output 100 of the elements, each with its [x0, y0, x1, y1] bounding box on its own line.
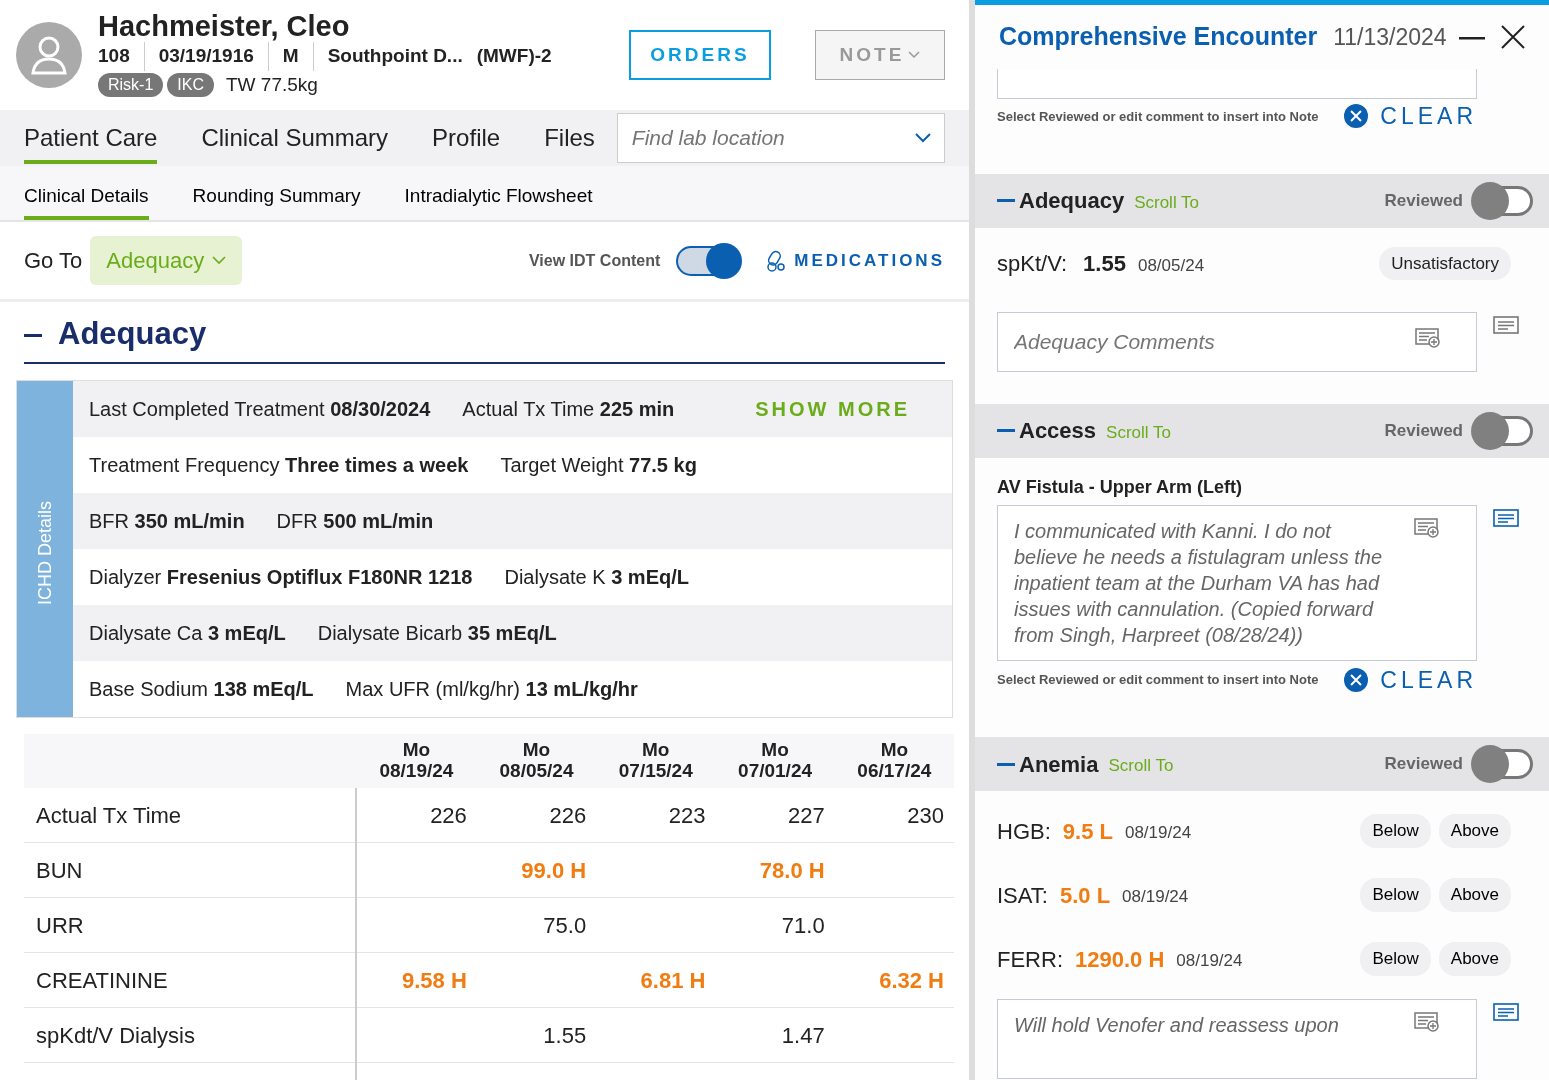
option-chip[interactable]: Below — [1360, 878, 1431, 912]
chevron-down-icon — [212, 256, 227, 265]
clear-button[interactable]: CLEAR — [1344, 99, 1477, 134]
option-chip[interactable]: Above — [1438, 942, 1511, 976]
table-cell: 6.32 H — [834, 952, 954, 1008]
patient-detail: Southpoint D... — [312, 42, 477, 71]
nav-tab[interactable]: Profile — [432, 112, 501, 164]
table-cell: 227 — [715, 787, 835, 843]
row-label: spKdt/V Dialysis — [24, 1007, 356, 1063]
detail-text: Actual Tx Time 225 min — [462, 397, 675, 422]
detail-text: Dialyzer Fresenius Optiflux F180NR 1218 — [89, 565, 473, 590]
idt-toggle-label: View IDT Content — [529, 250, 661, 271]
table-cell: 1.47 — [715, 1007, 835, 1063]
row-label: Actual Tx Time — [24, 787, 356, 843]
row-label: BUN — [24, 842, 356, 898]
detail-text: Base Sodium 138 mEq/L — [89, 677, 314, 702]
clear-button[interactable]: CLEAR — [1344, 662, 1477, 697]
lab-date: 08/19/24 — [1124, 822, 1192, 845]
section-title: Anemia — [1019, 750, 1099, 779]
table-cell: 226 — [356, 787, 477, 843]
notes-icon[interactable] — [1493, 508, 1519, 527]
pills-icon — [766, 249, 787, 272]
comment-field[interactable]: Will hold Venofer and reassess upon — [997, 999, 1477, 1079]
target-weight: TW 77.5kg — [226, 72, 318, 97]
table-cell: 230 — [834, 787, 954, 843]
lab-label: HGB: — [997, 817, 1051, 846]
row-label: CREATININE — [24, 952, 356, 1008]
notes-icon[interactable] — [1493, 1003, 1519, 1021]
option-chip[interactable]: Above — [1438, 878, 1511, 912]
section-title: Access — [1019, 417, 1097, 445]
section-title: Adequacy — [1019, 187, 1125, 215]
close-button[interactable] — [1501, 24, 1525, 50]
close-circle-icon — [1344, 104, 1369, 129]
nav-tab[interactable]: Clinical Summary — [201, 112, 389, 164]
patient-name: Hachmeister, Cleo — [98, 10, 351, 43]
notes-icon[interactable] — [1493, 315, 1519, 334]
option-chip[interactable]: Above — [1438, 814, 1511, 848]
detail-text: Dialysate Bicarb 35 mEq/L — [317, 621, 557, 646]
status-chip: Unsatisfactory — [1379, 246, 1511, 281]
option-chip[interactable]: Below — [1360, 942, 1431, 976]
hint-text: Select Reviewed or edit comment to insert into Note — [997, 671, 1319, 689]
column-header: Mo 07/01/24 — [715, 734, 835, 788]
lab-value: 1290.0 H — [1075, 945, 1165, 974]
encounter-title: Comprehensive Encounter — [999, 21, 1318, 53]
reviewed-label: Reviewed — [1384, 419, 1463, 442]
lab-date: 08/19/24 — [1176, 950, 1243, 973]
add-note-icon[interactable] — [1415, 327, 1441, 348]
sub-tab[interactable]: Clinical Details — [24, 175, 149, 220]
reviewed-label: Reviewed — [1384, 753, 1463, 776]
table-cell: 75.0 — [476, 897, 597, 953]
column-header: Mo 08/19/24 — [356, 734, 477, 788]
comment-field[interactable]: I communicated with Kanni. I do not believe he needs a fistulagram unless the inpatient team at the Durham VA has had issues with cannulation. (Copied forward from Singh, Harpreet (08/28/24)) — [997, 504, 1477, 661]
detail-text: BFR 350 mL/min — [89, 509, 245, 534]
section-title: Adequacy — [58, 314, 207, 353]
lab-location-field[interactable]: Find lab location — [616, 113, 945, 163]
patient-detail: 03/19/1916 — [143, 42, 268, 71]
patient-detail: (MWF)-2 — [476, 44, 553, 69]
table-cell: 71.0 — [715, 897, 835, 953]
patient-tag: IKC — [167, 73, 214, 98]
lab-date: 08/19/24 — [1122, 886, 1189, 909]
detail-text: Target Weight 77.5 kg — [500, 453, 697, 478]
idt-toggle[interactable] — [676, 242, 743, 279]
sub-tab[interactable]: Intradialytic Flowsheet — [404, 175, 593, 220]
column-header: Mo 06/17/24 — [834, 734, 954, 788]
encounter-date: 11/13/2024 — [1333, 22, 1447, 52]
table-cell: 226 — [476, 787, 597, 843]
patient-tag: Risk-1 — [98, 73, 164, 98]
sub-tab[interactable]: Rounding Summary — [192, 175, 361, 220]
chevron-down-icon — [914, 133, 931, 143]
table-cell: 9.58 H — [356, 952, 477, 1008]
minimize-icon — [1459, 35, 1485, 40]
result-value: 1.55 — [1083, 250, 1126, 278]
reviewed-label: Reviewed — [1384, 189, 1463, 212]
result-date: 08/05/24 — [1137, 254, 1205, 277]
close-icon — [1501, 25, 1525, 50]
nav-tab[interactable]: Files — [544, 112, 595, 164]
option-chip[interactable]: Below — [1360, 814, 1431, 848]
detail-text: Treatment Frequency Three times a week — [89, 453, 469, 478]
add-note-icon[interactable] — [1414, 1012, 1440, 1032]
comment-field[interactable] — [997, 69, 1477, 99]
goto-label: Go To — [24, 247, 83, 275]
lab-value: 5.0 L — [1059, 881, 1111, 910]
row-label: URR — [24, 897, 356, 953]
add-note-icon[interactable] — [1414, 517, 1440, 538]
lab-value: 9.5 L — [1062, 817, 1113, 846]
column-header: Mo 08/05/24 — [476, 734, 597, 788]
detail-text: Dialysate Ca 3 mEq/L — [89, 621, 286, 646]
patient-detail: 108 — [98, 44, 131, 69]
table-cell: 223 — [596, 787, 716, 843]
lab-label: FERR: — [997, 945, 1063, 974]
column-header: Mo 07/15/24 — [596, 734, 716, 788]
person-icon — [31, 35, 67, 75]
comment-text: Will hold Venofer and reassess upon — [1014, 1013, 1340, 1038]
lab-label: ISAT: — [997, 881, 1048, 910]
comment-text: I communicated with Kanni. I do not believe he needs a fistulagram unless the inpatient team at the Durham VA has had issues with cannulation. (Copied forward from Singh, Harpreet (08/28/24)) — [1014, 518, 1383, 648]
table-cell: 6.81 H — [596, 952, 716, 1008]
ichd-side-label: ICHD Details — [33, 500, 56, 605]
table-cell: 1.55 — [476, 1007, 597, 1063]
medications-link[interactable]: MEDICATIONS — [766, 247, 945, 274]
caret-icon — [908, 51, 921, 59]
